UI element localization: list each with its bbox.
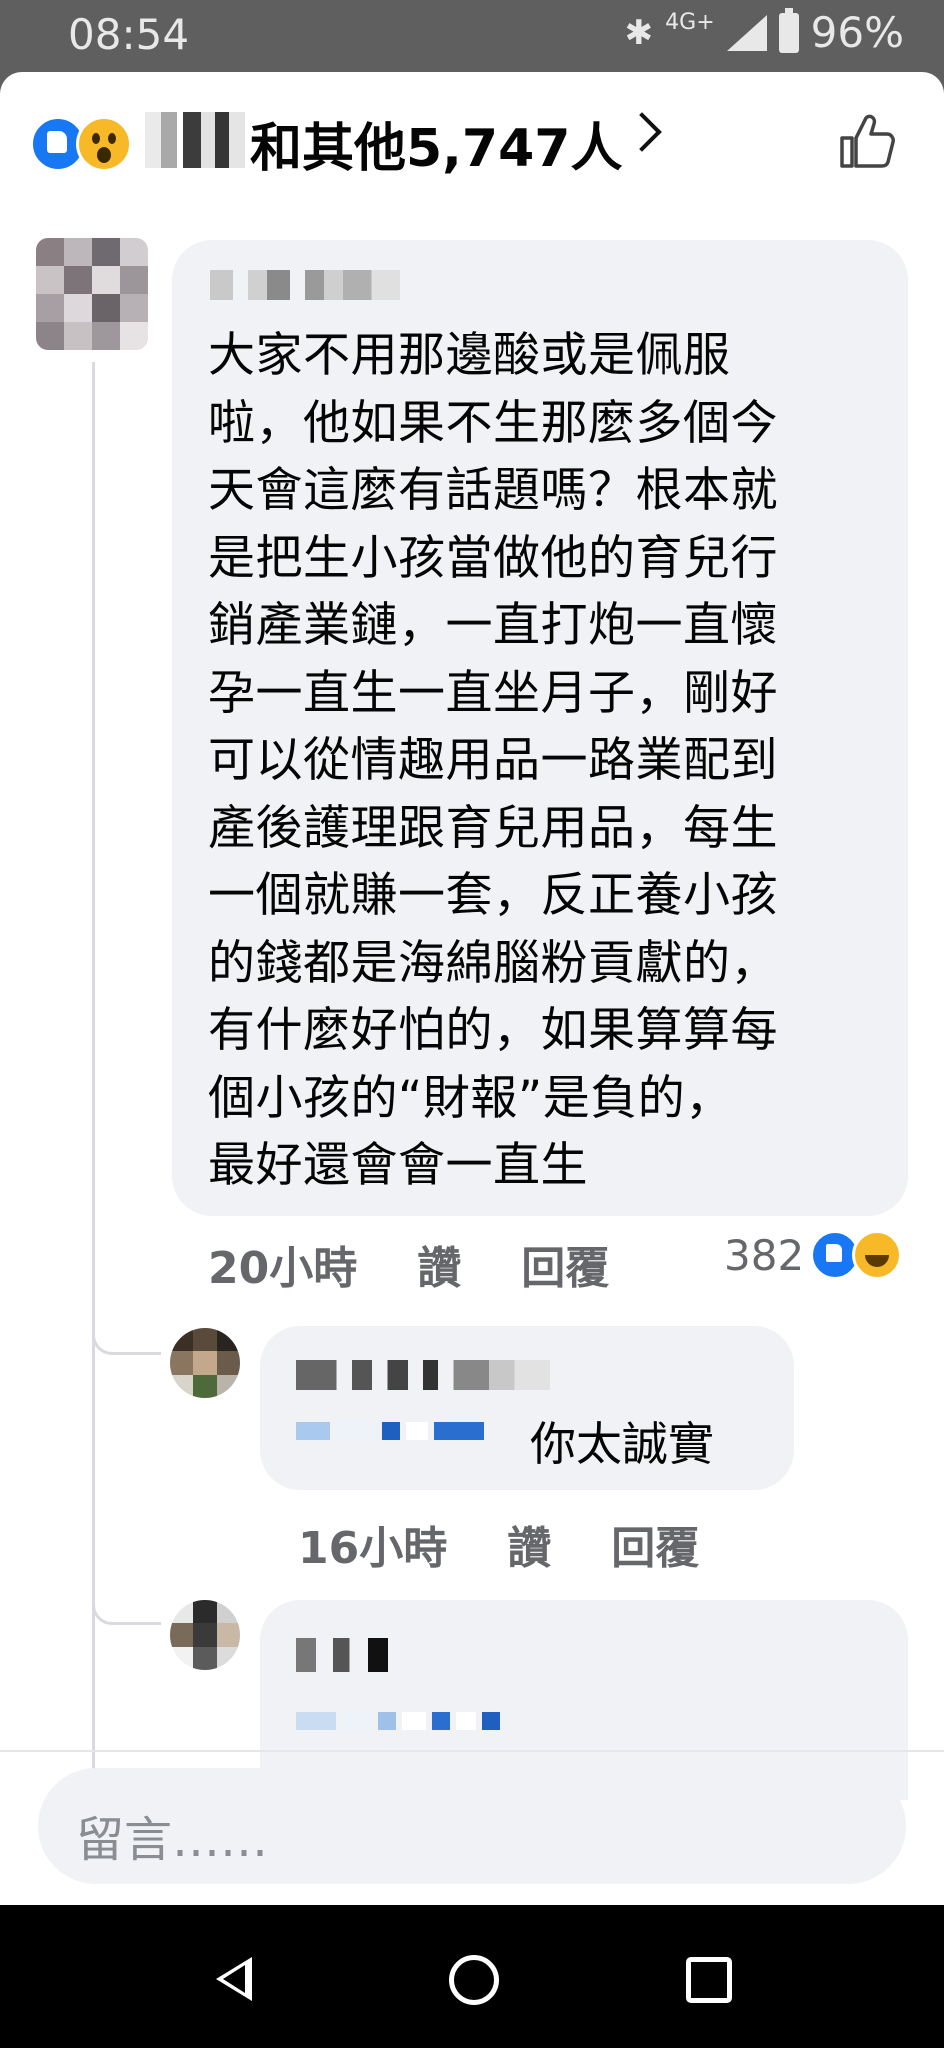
chevron-right-icon[interactable]: [622, 112, 662, 152]
network-type: 4G+: [665, 10, 715, 35]
reply-text: 你太誠實: [530, 1417, 714, 1471]
system-nav-bar: [0, 1905, 944, 2048]
comment-input[interactable]: 留言……: [38, 1768, 906, 1884]
reply-button[interactable]: 回覆: [521, 1232, 609, 1296]
status-icons: ✱ 4G+ 96%: [624, 7, 904, 57]
reaction-count[interactable]: 382: [724, 1230, 903, 1280]
comment-text: 大家不用那邊酸或是佩服 啦，他如果不生那麼多個今 天會這麼有話題嗎？根本就 是把…: [208, 328, 778, 1193]
reply-actions: 16小時 讚 回覆: [298, 1512, 699, 1576]
haha-icon: [852, 1230, 903, 1280]
like-button[interactable]: 讚: [507, 1512, 551, 1576]
signal-icon: [726, 14, 767, 51]
reply-time: 16小時: [298, 1523, 448, 1574]
wow-icon: [76, 116, 132, 172]
comment-actions: 20小時 讚 回覆: [208, 1232, 609, 1296]
composer-divider: [0, 1750, 944, 1752]
avatar[interactable]: [170, 1600, 240, 1670]
avatar[interactable]: [170, 1328, 240, 1398]
mentioned-user-blurred[interactable]: [296, 1712, 500, 1730]
thread-line: [92, 362, 95, 1842]
home-icon[interactable]: [449, 1955, 499, 2005]
mentioned-user-blurred[interactable]: [296, 1422, 484, 1440]
status-bar: 08:54 ✱ 4G+ 96%: [0, 0, 944, 70]
like-button[interactable]: 讚: [417, 1232, 461, 1296]
bluetooth-icon: ✱: [624, 12, 654, 53]
reply-connector: [92, 1322, 161, 1355]
reply-author-blurred[interactable]: [296, 1638, 388, 1672]
reply-connector: [92, 1592, 161, 1625]
clock: 08:54: [68, 10, 190, 59]
recents-icon[interactable]: [686, 1957, 732, 2003]
avatar[interactable]: [36, 238, 148, 350]
comment-input-placeholder: 留言……: [76, 1812, 269, 1868]
reply-author-blurred[interactable]: [296, 1360, 550, 1390]
reactions-header[interactable]: 和其他5,747人: [0, 72, 944, 212]
reaction-count-number: 382: [724, 1230, 805, 1280]
reactions-summary[interactable]: 和其他5,747人: [250, 106, 622, 181]
battery-level: 96%: [810, 8, 904, 57]
battery-icon: [778, 7, 799, 53]
thumbs-up-icon[interactable]: [836, 110, 898, 172]
comment-time: 20小時: [208, 1243, 358, 1294]
comment-author-blurred[interactable]: [210, 270, 400, 300]
blurred-name: [145, 112, 245, 168]
back-icon[interactable]: [216, 1957, 252, 2001]
comments-sheet: 和其他5,747人 大家不用那邊酸或是佩服 啦，他如果不生那麼多個今 天會這麼有…: [0, 72, 944, 1905]
reply-button[interactable]: 回覆: [611, 1512, 699, 1576]
